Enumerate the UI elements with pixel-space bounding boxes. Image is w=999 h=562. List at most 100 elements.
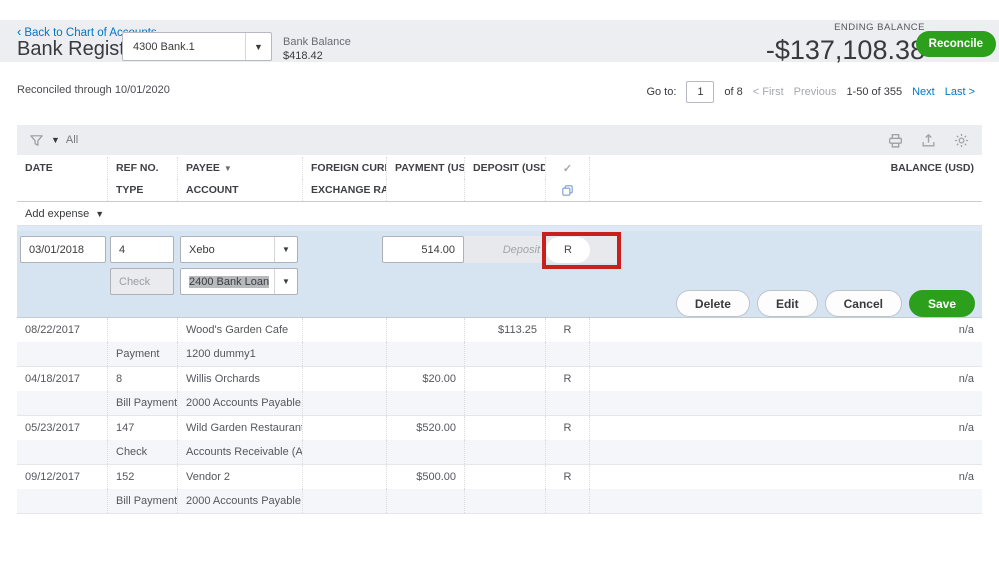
previous-page-link[interactable]: Previous bbox=[794, 86, 837, 98]
save-button[interactable]: Save bbox=[908, 290, 975, 317]
reconcile-button[interactable]: Reconcile bbox=[915, 31, 996, 57]
bank-register-page: ‹ Back to Chart of Accounts Bank Register… bbox=[0, 0, 999, 562]
cell-type: Payment bbox=[107, 342, 177, 366]
account-selected-text: 2400 Bank Loan bbox=[189, 275, 270, 288]
cell-reconcile-status: R bbox=[545, 367, 589, 391]
deposit-placeholder: Deposit bbox=[502, 243, 540, 256]
column-header-deposit[interactable]: DEPOSIT (USD) bbox=[464, 157, 545, 179]
toolbar-actions bbox=[887, 132, 970, 149]
column-header-date[interactable]: DATE bbox=[17, 157, 107, 179]
filter-label: All bbox=[65, 134, 79, 146]
cell-balance: n/a bbox=[589, 416, 982, 440]
table-row[interactable]: 09/12/2017 152 Vendor 2 $500.00 R n/a Bi… bbox=[17, 465, 982, 514]
bank-balance-label: Bank Balance bbox=[283, 36, 351, 48]
ending-balance-label: ENDING BALANCE bbox=[834, 22, 925, 33]
ending-balance: ENDING BALANCE -$137,108.38 bbox=[766, 22, 925, 66]
cell-balance: n/a bbox=[589, 318, 982, 342]
add-expense-button[interactable]: Add expense ▼ bbox=[17, 202, 982, 226]
date-field[interactable] bbox=[20, 236, 106, 263]
bank-balance-value: $418.42 bbox=[283, 50, 323, 62]
type-field-disabled bbox=[110, 268, 174, 295]
column-header-payee[interactable]: PAYEE ▼ bbox=[177, 157, 302, 179]
cell-date: 04/18/2017 bbox=[25, 373, 81, 385]
cell-foreign-currency bbox=[302, 465, 386, 489]
cell-payment: $520.00 bbox=[386, 416, 464, 440]
cell-payment bbox=[386, 318, 464, 342]
cell-payee: Vendor 2 bbox=[177, 465, 302, 489]
edit-action-buttons: Delete Edit Cancel Save bbox=[675, 290, 975, 317]
cell-date: 08/22/2017 bbox=[25, 324, 81, 336]
payee-dropdown-value: Xebo bbox=[189, 243, 215, 256]
copy-icon[interactable] bbox=[545, 179, 589, 201]
column-header-payment[interactable]: PAYMENT (USD) bbox=[386, 157, 464, 179]
add-expense-caret-icon: ▼ bbox=[95, 208, 105, 219]
gear-icon[interactable] bbox=[953, 132, 970, 149]
cell-account: 1200 dummy1 bbox=[177, 342, 302, 366]
payee-header-label: PAYEE bbox=[186, 162, 220, 174]
edit-button[interactable]: Edit bbox=[756, 290, 818, 317]
account-selector-value: 4300 Bank.1 bbox=[133, 40, 195, 53]
chevron-down-icon: ▼ bbox=[245, 33, 271, 60]
pagination: Go to: of 8 < First Previous 1-50 of 355… bbox=[646, 81, 975, 103]
column-header-account[interactable]: ACCOUNT bbox=[177, 179, 302, 201]
delete-button[interactable]: Delete bbox=[675, 290, 750, 317]
page-header: ‹ Back to Chart of Accounts Bank Register… bbox=[0, 20, 999, 65]
cell-account: 2000 Accounts Payable bbox=[177, 489, 302, 513]
add-expense-label: Add expense bbox=[25, 207, 90, 220]
cell-foreign-currency bbox=[302, 416, 386, 440]
account-dropdown-value: 2400 Bank Loan bbox=[181, 275, 274, 288]
cell-balance: n/a bbox=[589, 367, 982, 391]
ending-balance-value: -$137,108.38 bbox=[765, 35, 925, 65]
export-icon[interactable] bbox=[920, 132, 937, 149]
go-to-label: Go to: bbox=[646, 86, 677, 98]
payee-dropdown[interactable]: Xebo ▼ bbox=[180, 236, 298, 263]
table-header: DATE REF NO. PAYEE▼ FOREIGN CURRENCY PAY… bbox=[17, 155, 982, 202]
cell-account: Accounts Receivable (A... bbox=[177, 440, 302, 464]
transaction-rows: 08/22/2017 Wood's Garden Cafe $113.25 R … bbox=[17, 317, 982, 514]
cell-date: 05/23/2017 bbox=[25, 422, 81, 434]
page-number-input[interactable] bbox=[686, 81, 715, 103]
print-icon[interactable] bbox=[887, 132, 904, 149]
chevron-down-icon: ▼ bbox=[274, 269, 297, 294]
table-row[interactable]: 08/22/2017 Wood's Garden Cafe $113.25 R … bbox=[17, 318, 982, 367]
first-page-link[interactable]: < First bbox=[753, 86, 784, 98]
transaction-edit-row: Xebo ▼ Deposit R 2400 Bank Loan ▼ Delete… bbox=[17, 226, 982, 317]
filter-dropdown-caret-icon[interactable]: ▼ bbox=[51, 135, 60, 145]
ref-no-field[interactable] bbox=[110, 236, 174, 263]
chevron-down-icon: ▼ bbox=[274, 237, 297, 262]
cell-deposit bbox=[464, 367, 545, 391]
last-page-link[interactable]: Last > bbox=[945, 86, 975, 98]
filter-funnel-icon[interactable] bbox=[29, 133, 44, 148]
cell-ref-no: 147 bbox=[107, 416, 177, 440]
cell-payment: $500.00 bbox=[386, 465, 464, 489]
cell-date: 09/12/2017 bbox=[25, 471, 81, 483]
table-row[interactable]: 04/18/2017 8 Willis Orchards $20.00 R n/… bbox=[17, 367, 982, 416]
cell-type: Bill Payment bbox=[107, 489, 177, 513]
column-header-foreign-currency[interactable]: FOREIGN CURRENCY bbox=[302, 157, 386, 179]
column-header-ref-no[interactable]: REF NO. bbox=[107, 157, 177, 179]
cell-foreign-currency bbox=[302, 367, 386, 391]
cell-deposit bbox=[464, 416, 545, 440]
deposit-field-disabled: Deposit bbox=[464, 236, 620, 263]
cell-reconcile-status: R bbox=[545, 318, 589, 342]
cell-deposit: $113.25 bbox=[464, 318, 545, 342]
table-toolbar: ▼ All bbox=[17, 125, 982, 155]
cell-foreign-currency bbox=[302, 318, 386, 342]
column-header-reconcile-check-icon[interactable]: ✓ bbox=[545, 157, 589, 179]
cell-balance: n/a bbox=[589, 465, 982, 489]
account-dropdown[interactable]: 2400 Bank Loan ▼ bbox=[180, 268, 298, 295]
column-header-exchange-rate[interactable]: EXCHANGE RATE bbox=[302, 179, 386, 201]
account-selector[interactable]: 4300 Bank.1 ▼ bbox=[122, 32, 272, 61]
reconcile-status-toggle[interactable]: R bbox=[546, 237, 590, 263]
table-row[interactable]: 05/23/2017 147 Wild Garden Restaurant $5… bbox=[17, 416, 982, 465]
column-header-balance[interactable]: BALANCE (USD) bbox=[589, 157, 982, 179]
cell-type: Bill Payment bbox=[107, 391, 177, 415]
column-header-type[interactable]: TYPE bbox=[107, 179, 177, 201]
cell-payee: Wild Garden Restaurant bbox=[177, 416, 302, 440]
page-total-label: of 8 bbox=[724, 86, 743, 98]
payment-amount-field[interactable] bbox=[382, 236, 464, 263]
next-page-link[interactable]: Next bbox=[912, 86, 935, 98]
cancel-button[interactable]: Cancel bbox=[824, 290, 902, 317]
bank-balance: Bank Balance $418.42 bbox=[283, 35, 351, 63]
range-label: 1-50 of 355 bbox=[846, 86, 903, 98]
